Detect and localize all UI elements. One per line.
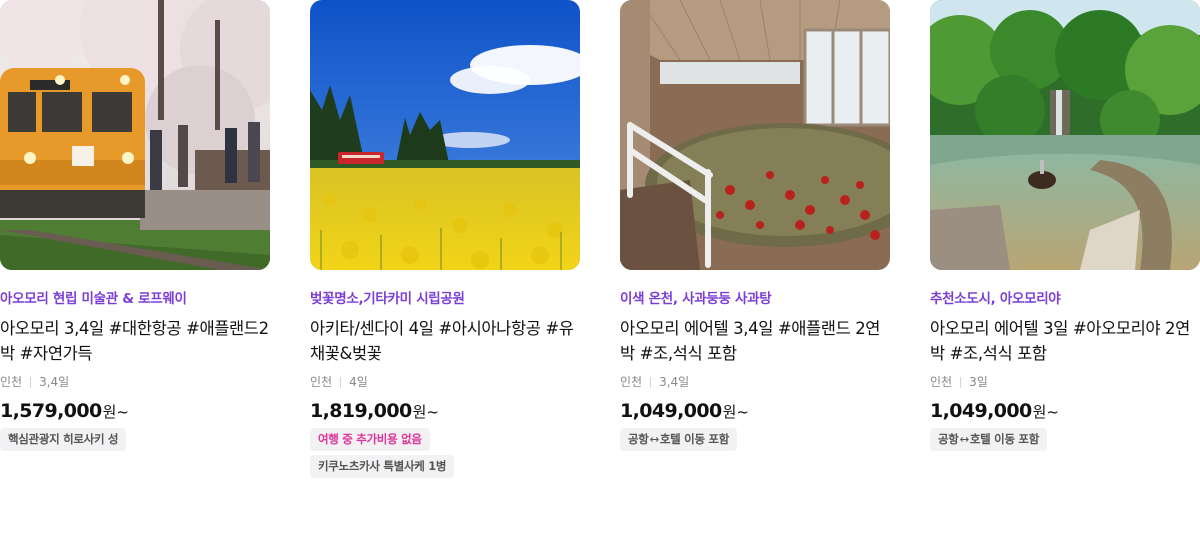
product-subtitle: 추천소도시, 아오모리야 [930,291,1061,307]
tag-text-start: 공항 [938,432,959,446]
price-currency: 원~ [412,403,439,421]
product-meta: 인천 4일 [310,374,580,390]
product-card[interactable]: 추천소도시, 아오모리야 아오모리 에어텔 3일 #아오모리야 2연박 #조,석… [930,0,1200,451]
product-image[interactable] [620,0,890,270]
departure-city: 인천 [0,375,23,389]
meta-divider [960,376,962,388]
product-tag: 공항↔호텔 이동 포함 [620,428,737,451]
trip-duration: 4일 [349,375,368,389]
swap-arrow-icon: ↔ [649,432,660,446]
meta-divider [340,376,342,388]
product-tag: 공항↔호텔 이동 포함 [930,428,1047,451]
trip-duration: 3,4일 [659,375,690,389]
price-amount: 1,579,000 [0,400,102,422]
rapeseed-field-image [310,0,580,270]
tag-text-end: 호텔 이동 포함 [969,432,1039,446]
tag-text-start: 공항 [628,432,649,446]
product-tags: 공항↔호텔 이동 포함 [620,428,890,451]
departure-city: 인천 [310,375,333,389]
product-meta: 인천 3일 [930,374,1200,390]
product-tags: 공항↔호텔 이동 포함 [930,428,1200,451]
apple-bath-image [620,0,890,270]
product-subtitle: 이색 온천, 사과둥둥 사과탕 [620,291,772,307]
product-tags: 여행 중 추가비용 없음 키쿠노츠카사 특별사케 1병 [310,428,580,478]
product-image[interactable] [930,0,1200,270]
product-meta: 인천 3,4일 [0,374,270,390]
product-price: 1,049,000 원~ [620,400,890,422]
product-card-list: 아오모리 현립 미술관 & 로프웨이 아오모리 3,4일 #대한항공 #애플랜드… [0,0,1200,542]
product-card[interactable]: 아오모리 현립 미술관 & 로프웨이 아오모리 3,4일 #대한항공 #애플랜드… [0,0,270,451]
product-tags: 핵심관광지 히로사키 성 [0,428,270,451]
product-tag: 핵심관광지 히로사키 성 [0,428,127,451]
product-card[interactable]: 벚꽃명소,기타카미 시립공원 아키타/센다이 4일 #아시아나항공 #유채꽃&벚… [310,0,580,478]
product-price: 1,819,000 원~ [310,400,580,422]
price-currency: 원~ [1032,403,1059,421]
train-cherry-blossom-image [0,0,270,270]
product-meta: 인천 3,4일 [620,374,890,390]
price-amount: 1,819,000 [310,400,412,422]
departure-city: 인천 [930,375,953,389]
swap-arrow-icon: ↔ [959,432,970,446]
product-subtitle: 아오모리 현립 미술관 & 로프웨이 [0,291,187,307]
product-price: 1,049,000 원~ [930,400,1200,422]
price-currency: 원~ [102,403,129,421]
meta-divider [650,376,652,388]
product-image[interactable] [0,0,270,270]
meta-divider [30,376,32,388]
product-price: 1,579,000 원~ [0,400,270,422]
product-title[interactable]: 아오모리 3,4일 #대한항공 #애플랜드2박 #자연가득 [0,316,270,366]
product-subtitle: 벚꽃명소,기타카미 시립공원 [310,291,465,307]
product-card[interactable]: 이색 온천, 사과둥둥 사과탕 아오모리 에어텔 3,4일 #애플랜드 2연박 … [620,0,890,451]
product-tag: 여행 중 추가비용 없음 [310,428,430,451]
tag-text-end: 호텔 이동 포함 [659,432,729,446]
trip-duration: 3,4일 [39,375,70,389]
departure-city: 인천 [620,375,643,389]
product-title[interactable]: 아오모리 에어텔 3,4일 #애플랜드 2연박 #조,석식 포함 [620,316,890,366]
price-amount: 1,049,000 [620,400,722,422]
product-title[interactable]: 아오모리 에어텔 3일 #아오모리야 2연박 #조,석식 포함 [930,316,1200,366]
product-image[interactable] [310,0,580,270]
outdoor-onsen-image [930,0,1200,270]
price-amount: 1,049,000 [930,400,1032,422]
product-tag: 키쿠노츠카사 특별사케 1병 [310,455,455,478]
product-title[interactable]: 아키타/센다이 4일 #아시아나항공 #유채꽃&벚꽃 [310,316,580,366]
trip-duration: 3일 [969,375,988,389]
price-currency: 원~ [722,403,749,421]
